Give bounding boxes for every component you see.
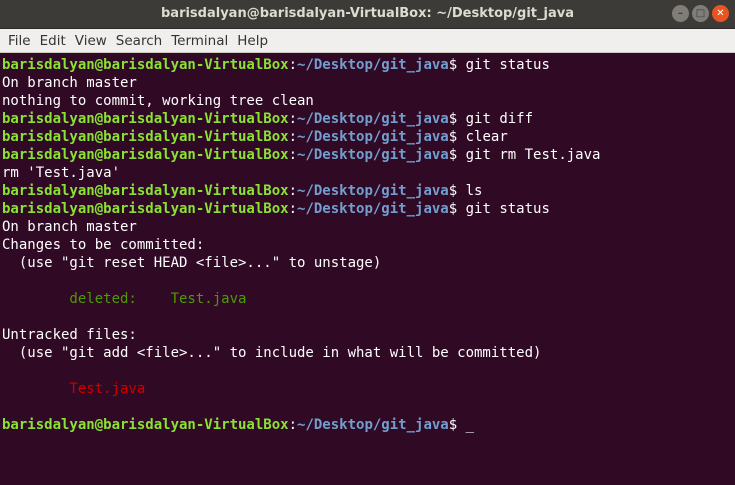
prompt-colon: : (288, 201, 298, 217)
prompt-path: ~/Desktop/git_java (297, 147, 449, 163)
prompt-dollar: $ (448, 111, 458, 127)
command-text: ls (457, 183, 483, 199)
window-title: barisdalyan@barisdalyan-VirtualBox: ~/De… (160, 6, 575, 21)
text-cursor: _ (465, 417, 475, 433)
prompt-dollar: $ (448, 57, 458, 73)
minimize-button[interactable]: – (672, 5, 689, 22)
command-text: git rm Test.java (457, 147, 601, 163)
prompt-user-host: barisdalyan@barisdalyan-VirtualBox (2, 183, 289, 199)
menu-search[interactable]: Search (113, 29, 165, 52)
maximize-button[interactable]: □ (692, 5, 709, 22)
terminal-line: Test.java (2, 380, 600, 398)
prompt-user-host: barisdalyan@barisdalyan-VirtualBox (2, 417, 289, 433)
window-controls: – □ ✕ (672, 5, 729, 22)
prompt-colon: : (288, 111, 298, 127)
prompt-colon: : (288, 147, 298, 163)
terminal-line: (use "git add <file>..." to include in w… (2, 344, 600, 362)
prompt-path: ~/Desktop/git_java (297, 183, 449, 199)
prompt-user-host: barisdalyan@barisdalyan-VirtualBox (2, 111, 289, 127)
terminal-line: deleted: Test.java (2, 290, 600, 308)
output-text: Test.java (2, 381, 146, 397)
prompt-path: ~/Desktop/git_java (297, 57, 449, 73)
command-text (457, 417, 465, 433)
prompt-path: ~/Desktop/git_java (297, 111, 449, 127)
output-text: (use "git reset HEAD <file>..." to unsta… (2, 255, 382, 271)
prompt-colon: : (288, 417, 298, 433)
menu-edit[interactable]: Edit (37, 29, 69, 52)
prompt-user-host: barisdalyan@barisdalyan-VirtualBox (2, 147, 289, 163)
prompt-path: ~/Desktop/git_java (297, 129, 449, 145)
terminal-line: On branch master (2, 74, 600, 92)
output-text: deleted: Test.java (2, 291, 247, 307)
prompt-colon: : (288, 57, 298, 73)
prompt-dollar: $ (448, 129, 458, 145)
terminal-line: rm 'Test.java' (2, 164, 600, 182)
terminal-line: barisdalyan@barisdalyan-VirtualBox:~/Des… (2, 56, 600, 74)
prompt-dollar: $ (448, 147, 458, 163)
command-text: git status (457, 57, 550, 73)
menu-terminal[interactable]: Terminal (168, 29, 231, 52)
menu-bar: File Edit View Search Terminal Help (0, 29, 735, 53)
output-text: Untracked files: (2, 327, 137, 343)
output-text: rm 'Test.java' (2, 165, 121, 181)
terminal-line: (use "git reset HEAD <file>..." to unsta… (2, 254, 600, 272)
terminal-line: Untracked files: (2, 326, 600, 344)
prompt-path: ~/Desktop/git_java (297, 417, 449, 433)
prompt-dollar: $ (448, 183, 458, 199)
output-text: Changes to be committed: (2, 237, 205, 253)
prompt-path: ~/Desktop/git_java (297, 201, 449, 217)
terminal-area[interactable]: barisdalyan@barisdalyan-VirtualBox:~/Des… (0, 53, 735, 485)
prompt-colon: : (288, 183, 298, 199)
prompt-dollar: $ (448, 417, 458, 433)
terminal-line: barisdalyan@barisdalyan-VirtualBox:~/Des… (2, 146, 600, 164)
prompt-user-host: barisdalyan@barisdalyan-VirtualBox (2, 201, 289, 217)
command-text: git status (457, 201, 550, 217)
terminal-line: barisdalyan@barisdalyan-VirtualBox:~/Des… (2, 182, 600, 200)
prompt-dollar: $ (448, 201, 458, 217)
terminal-line: Changes to be committed: (2, 236, 600, 254)
output-text: On branch master (2, 75, 137, 91)
terminal-line: barisdalyan@barisdalyan-VirtualBox:~/Des… (2, 200, 600, 218)
terminal-line: barisdalyan@barisdalyan-VirtualBox:~/Des… (2, 128, 600, 146)
title-bar: barisdalyan@barisdalyan-VirtualBox: ~/De… (0, 0, 735, 29)
command-text: git diff (457, 111, 534, 127)
prompt-colon: : (288, 129, 298, 145)
terminal-line: nothing to commit, working tree clean (2, 92, 600, 110)
menu-view[interactable]: View (72, 29, 110, 52)
close-button[interactable]: ✕ (712, 5, 729, 22)
terminal-line: On branch master (2, 218, 600, 236)
terminal-line: barisdalyan@barisdalyan-VirtualBox:~/Des… (2, 416, 600, 434)
output-text: nothing to commit, working tree clean (2, 93, 314, 109)
terminal-output: barisdalyan@barisdalyan-VirtualBox:~/Des… (2, 56, 600, 434)
prompt-user-host: barisdalyan@barisdalyan-VirtualBox (2, 57, 289, 73)
command-text: clear (457, 129, 508, 145)
terminal-line: barisdalyan@barisdalyan-VirtualBox:~/Des… (2, 110, 600, 128)
prompt-user-host: barisdalyan@barisdalyan-VirtualBox (2, 129, 289, 145)
output-text: On branch master (2, 219, 137, 235)
output-text: (use "git add <file>..." to include in w… (2, 345, 542, 361)
menu-help[interactable]: Help (234, 29, 271, 52)
menu-file[interactable]: File (5, 29, 34, 52)
